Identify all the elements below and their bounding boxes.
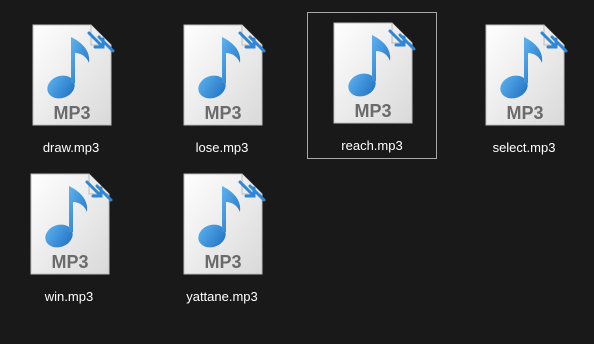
file-item-draw[interactable]: MP3 draw.mp3 — [6, 14, 136, 159]
mp3-file-icon: MP3 — [180, 23, 266, 127]
svg-text:MP3: MP3 — [354, 101, 391, 121]
file-item-win[interactable]: MP3 win.mp3 — [4, 163, 134, 308]
mp3-file-icon: MP3 — [29, 23, 115, 127]
mp3-file-icon: MP3 — [180, 172, 266, 276]
svg-text:MP3: MP3 — [506, 103, 543, 123]
file-name-label: lose.mp3 — [195, 140, 249, 155]
file-item-reach[interactable]: MP3 reach.mp3 — [307, 12, 437, 159]
mp3-file-icon: MP3 — [27, 172, 113, 276]
svg-text:MP3: MP3 — [204, 103, 241, 123]
file-item-lose[interactable]: MP3 lose.mp3 — [157, 14, 287, 159]
mp3-file-icon: MP3 — [482, 23, 568, 127]
file-explorer-pane: MP3 draw.mp3 MP3 lose.mp3 MP3 reach.mp3 … — [0, 0, 594, 344]
file-name-label: draw.mp3 — [42, 140, 100, 155]
svg-text:MP3: MP3 — [51, 252, 88, 272]
file-item-select[interactable]: MP3 select.mp3 — [459, 14, 589, 159]
file-name-label: win.mp3 — [44, 289, 94, 304]
mp3-file-icon: MP3 — [330, 21, 416, 125]
file-name-label: reach.mp3 — [341, 138, 403, 153]
file-item-yattane[interactable]: MP3 yattane.mp3 — [157, 163, 287, 308]
file-name-label: select.mp3 — [492, 140, 556, 155]
svg-text:MP3: MP3 — [204, 252, 241, 272]
file-name-label: yattane.mp3 — [186, 289, 258, 304]
svg-text:MP3: MP3 — [53, 103, 90, 123]
